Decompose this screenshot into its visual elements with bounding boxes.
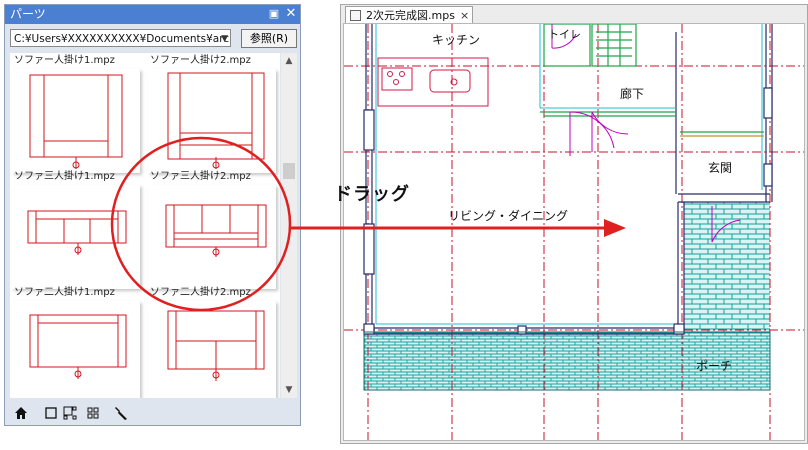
- doors: [551, 24, 741, 243]
- part-item[interactable]: ソファ二人掛け1.mpz: [12, 287, 140, 398]
- wrench-icon[interactable]: [113, 405, 129, 421]
- folder-path-select[interactable]: C:¥Users¥XXXXXXXXXX¥Documents¥arc ▼: [10, 29, 231, 47]
- part-label: ソファー人掛け1.mpz: [14, 55, 115, 66]
- parts-title: パーツ: [10, 7, 46, 21]
- part-item[interactable]: ソファ三人掛け1.mpz: [12, 171, 140, 291]
- parts-grid: ソファー人掛け1.mpz ソファー人掛け2.mpz ソファ三人掛け1.mpz ソ…: [10, 53, 280, 398]
- tab-drawing[interactable]: 2次元完成図.mps ×: [345, 6, 473, 24]
- sofa-three-2-icon: [165, 204, 267, 257]
- drawing-window: 2次元完成図.mps × キッチン トイレ 廊下 玄関 リビング・ダイニング ポ…: [340, 4, 808, 444]
- sofa-single-icon: [29, 74, 123, 169]
- part-label: ソファ二人掛け2.mpz: [150, 287, 251, 298]
- document-icon: [350, 10, 361, 21]
- floor-plan-canvas[interactable]: キッチン トイレ 廊下 玄関 リビング・ダイニング ポーチ: [343, 23, 805, 441]
- room-label-kitchen: キッチン: [432, 33, 480, 47]
- part-thumbnail: [12, 301, 140, 398]
- part-item[interactable]: ソファ二人掛け2.mpz: [148, 287, 276, 398]
- part-label: ソファ三人掛け1.mpz: [14, 171, 115, 182]
- scroll-thumb[interactable]: [283, 163, 295, 179]
- part-thumbnail: [148, 69, 276, 173]
- scroll-down-icon[interactable]: ▼: [281, 384, 297, 396]
- drag-annotation-label: ドラッグ: [334, 184, 410, 205]
- kitchen-counter: [377, 57, 489, 107]
- room-label-toilet: トイレ: [548, 28, 581, 41]
- pin-icon[interactable]: ▣: [267, 7, 281, 21]
- part-label: ソファ二人掛け1.mpz: [14, 287, 115, 298]
- room-label-hall: 廊下: [620, 86, 644, 101]
- part-thumbnail: [148, 301, 276, 398]
- part-label: ソファー人掛け2.mpz: [150, 55, 251, 66]
- part-item[interactable]: ソファ三人掛け2.mpz: [148, 171, 276, 291]
- chevron-down-icon[interactable]: ▼: [221, 30, 228, 46]
- tab-close-icon[interactable]: ×: [460, 7, 469, 24]
- part-thumbnail: [148, 185, 276, 289]
- parts-toolbar: [5, 401, 300, 425]
- parts-panel: パーツ ▣ ✕ C:¥Users¥XXXXXXXXXX¥Documents¥ar…: [4, 4, 301, 426]
- browse-button[interactable]: 参照(R): [241, 29, 297, 48]
- tab-label: 2次元完成図.mps: [366, 9, 455, 22]
- sofa-three-icon: [27, 210, 127, 255]
- layout-icon[interactable]: [62, 405, 78, 421]
- home-icon[interactable]: [13, 405, 29, 421]
- sofa-two-2-icon: [167, 310, 265, 381]
- parts-scrollbar[interactable]: ▲ ▼: [281, 53, 297, 398]
- square-icon[interactable]: [43, 405, 59, 421]
- folder-path-value: C:¥Users¥XXXXXXXXXX¥Documents¥arc: [14, 33, 230, 45]
- part-thumbnail: [12, 185, 140, 289]
- part-label: ソファ三人掛け2.mpz: [150, 171, 251, 182]
- room-label-living: リビング・ダイニング: [448, 208, 568, 223]
- part-item[interactable]: ソファー人掛け2.mpz: [148, 55, 276, 175]
- close-icon[interactable]: ✕: [284, 7, 298, 21]
- room-label-porch: ポーチ: [696, 359, 732, 373]
- part-item[interactable]: ソファー人掛け1.mpz: [12, 55, 140, 175]
- sofa-single-2-icon: [167, 72, 265, 169]
- grid-icon[interactable]: [85, 405, 101, 421]
- sofa-two-icon: [29, 314, 127, 379]
- room-label-entrance: 玄関: [708, 160, 732, 175]
- parts-title-bar: パーツ ▣ ✕: [5, 5, 300, 24]
- part-thumbnail: [12, 69, 140, 173]
- scroll-up-icon[interactable]: ▲: [281, 55, 297, 67]
- floor-plan: キッチン トイレ 廊下 玄関 リビング・ダイニング ポーチ: [344, 24, 804, 440]
